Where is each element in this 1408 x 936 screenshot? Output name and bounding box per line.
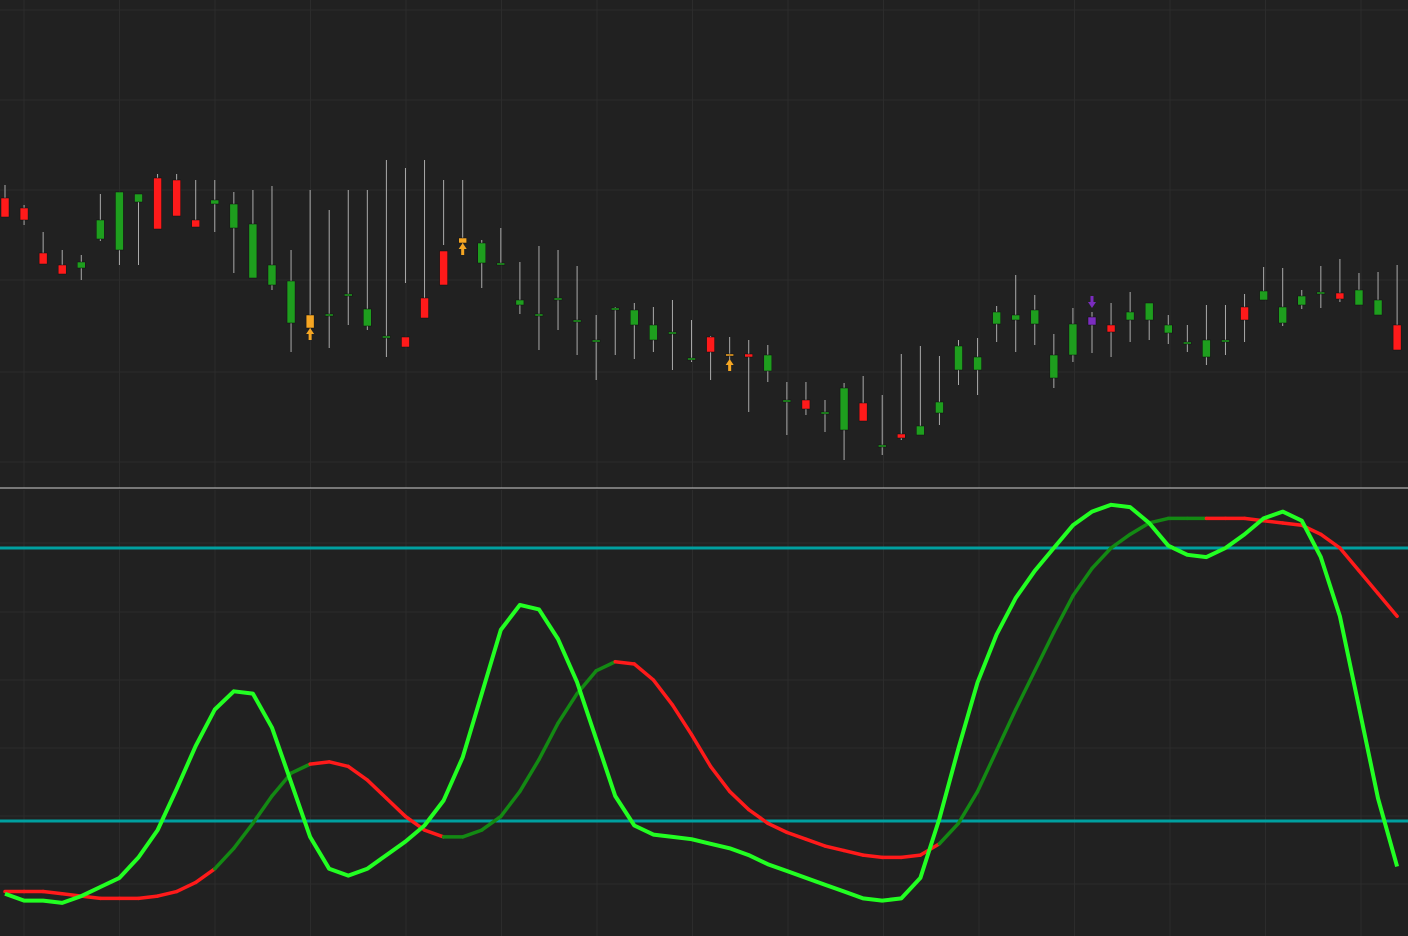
candle-body[interactable] — [820, 411, 830, 415]
candle-body[interactable] — [1354, 289, 1364, 306]
candle-body[interactable] — [286, 280, 296, 324]
candle-body[interactable] — [324, 313, 334, 317]
candle-body[interactable] — [1221, 339, 1230, 343]
candle-body[interactable] — [1278, 306, 1287, 324]
candle-body[interactable] — [744, 353, 753, 358]
candle-body[interactable] — [649, 324, 658, 341]
slow-line-segment — [1280, 521, 1304, 527]
candle-body[interactable] — [191, 219, 200, 228]
slow-line-segment — [41, 889, 64, 896]
candle-body[interactable] — [305, 314, 315, 329]
candle-body[interactable] — [210, 199, 220, 205]
candle-body[interactable] — [1068, 323, 1078, 356]
candle-body[interactable] — [115, 191, 124, 251]
candle-body[interactable] — [553, 297, 563, 301]
candle-body[interactable] — [1335, 292, 1345, 300]
candle-body[interactable] — [1392, 324, 1402, 351]
candle-body[interactable] — [1259, 290, 1268, 301]
chart-canvas — [0, 0, 1408, 936]
candle-body[interactable] — [1183, 341, 1192, 345]
slow-line-segment — [613, 660, 637, 666]
candle-body[interactable] — [172, 179, 181, 217]
candle-body[interactable] — [763, 354, 773, 372]
candle-body[interactable] — [153, 177, 162, 230]
candle-body[interactable] — [57, 264, 67, 275]
candle-body[interactable] — [935, 401, 944, 414]
candle-body[interactable] — [477, 242, 486, 264]
candle-body[interactable] — [916, 425, 925, 436]
slow-line-segment — [861, 853, 884, 860]
candle-body[interactable] — [897, 433, 906, 439]
candle-body[interactable] — [687, 357, 696, 361]
candle-body[interactable] — [1106, 324, 1116, 333]
candle-body[interactable] — [382, 335, 391, 339]
candle-body[interactable] — [420, 297, 429, 319]
candle-body[interactable] — [458, 237, 467, 244]
slow-line-segment — [1261, 518, 1285, 525]
candle-body[interactable] — [591, 339, 601, 343]
slow-line-segment — [136, 894, 160, 901]
candle-body[interactable] — [515, 299, 525, 306]
candle-body[interactable] — [1144, 302, 1154, 321]
slow-line-segment — [899, 853, 923, 860]
candle-body[interactable] — [1202, 339, 1211, 358]
candle-body[interactable] — [77, 261, 86, 269]
candle-body[interactable] — [0, 197, 10, 218]
candle-body[interactable] — [858, 402, 868, 422]
candle-body[interactable] — [1164, 324, 1173, 334]
candle-body[interactable] — [610, 307, 620, 311]
candle-body[interactable] — [801, 399, 811, 410]
candle-body[interactable] — [534, 313, 544, 317]
candle-body[interactable] — [96, 219, 105, 240]
candle-body[interactable] — [1240, 306, 1249, 321]
candle-body[interactable] — [630, 309, 639, 326]
candle-body[interactable] — [668, 331, 677, 335]
candle-body[interactable] — [1049, 354, 1059, 379]
candle-body[interactable] — [19, 207, 29, 221]
candle[interactable] — [153, 174, 162, 230]
candle-body[interactable] — [1125, 311, 1135, 321]
candle-body[interactable] — [839, 387, 849, 431]
chart-background — [0, 0, 1408, 936]
candle-body[interactable] — [38, 252, 48, 265]
candle-body[interactable] — [1316, 291, 1326, 295]
candle-body[interactable] — [344, 293, 353, 297]
candle-body[interactable] — [572, 319, 582, 323]
candle-body[interactable] — [782, 399, 792, 403]
candle-body[interactable] — [267, 264, 277, 286]
candle-body[interactable] — [496, 262, 506, 266]
candle-body[interactable] — [363, 308, 372, 327]
candle-body[interactable] — [1297, 295, 1307, 306]
candle-body[interactable] — [401, 336, 410, 348]
candle-body[interactable] — [706, 336, 715, 353]
candle-body[interactable] — [725, 353, 734, 357]
candle-body[interactable] — [1011, 314, 1020, 321]
candle-body[interactable] — [229, 203, 239, 229]
candle-body[interactable] — [439, 250, 448, 286]
candle-body[interactable] — [1087, 316, 1097, 326]
candle-body[interactable] — [992, 311, 1001, 325]
candle-body[interactable] — [877, 444, 887, 448]
candle-body[interactable] — [1373, 299, 1383, 316]
slow-line-segment — [308, 760, 331, 766]
candle-body[interactable] — [973, 356, 982, 371]
candle[interactable] — [172, 174, 181, 217]
candle-body[interactable] — [1030, 309, 1040, 325]
candle-body[interactable] — [134, 193, 143, 203]
candle-body[interactable] — [954, 345, 963, 371]
candle-body[interactable] — [248, 223, 258, 279]
